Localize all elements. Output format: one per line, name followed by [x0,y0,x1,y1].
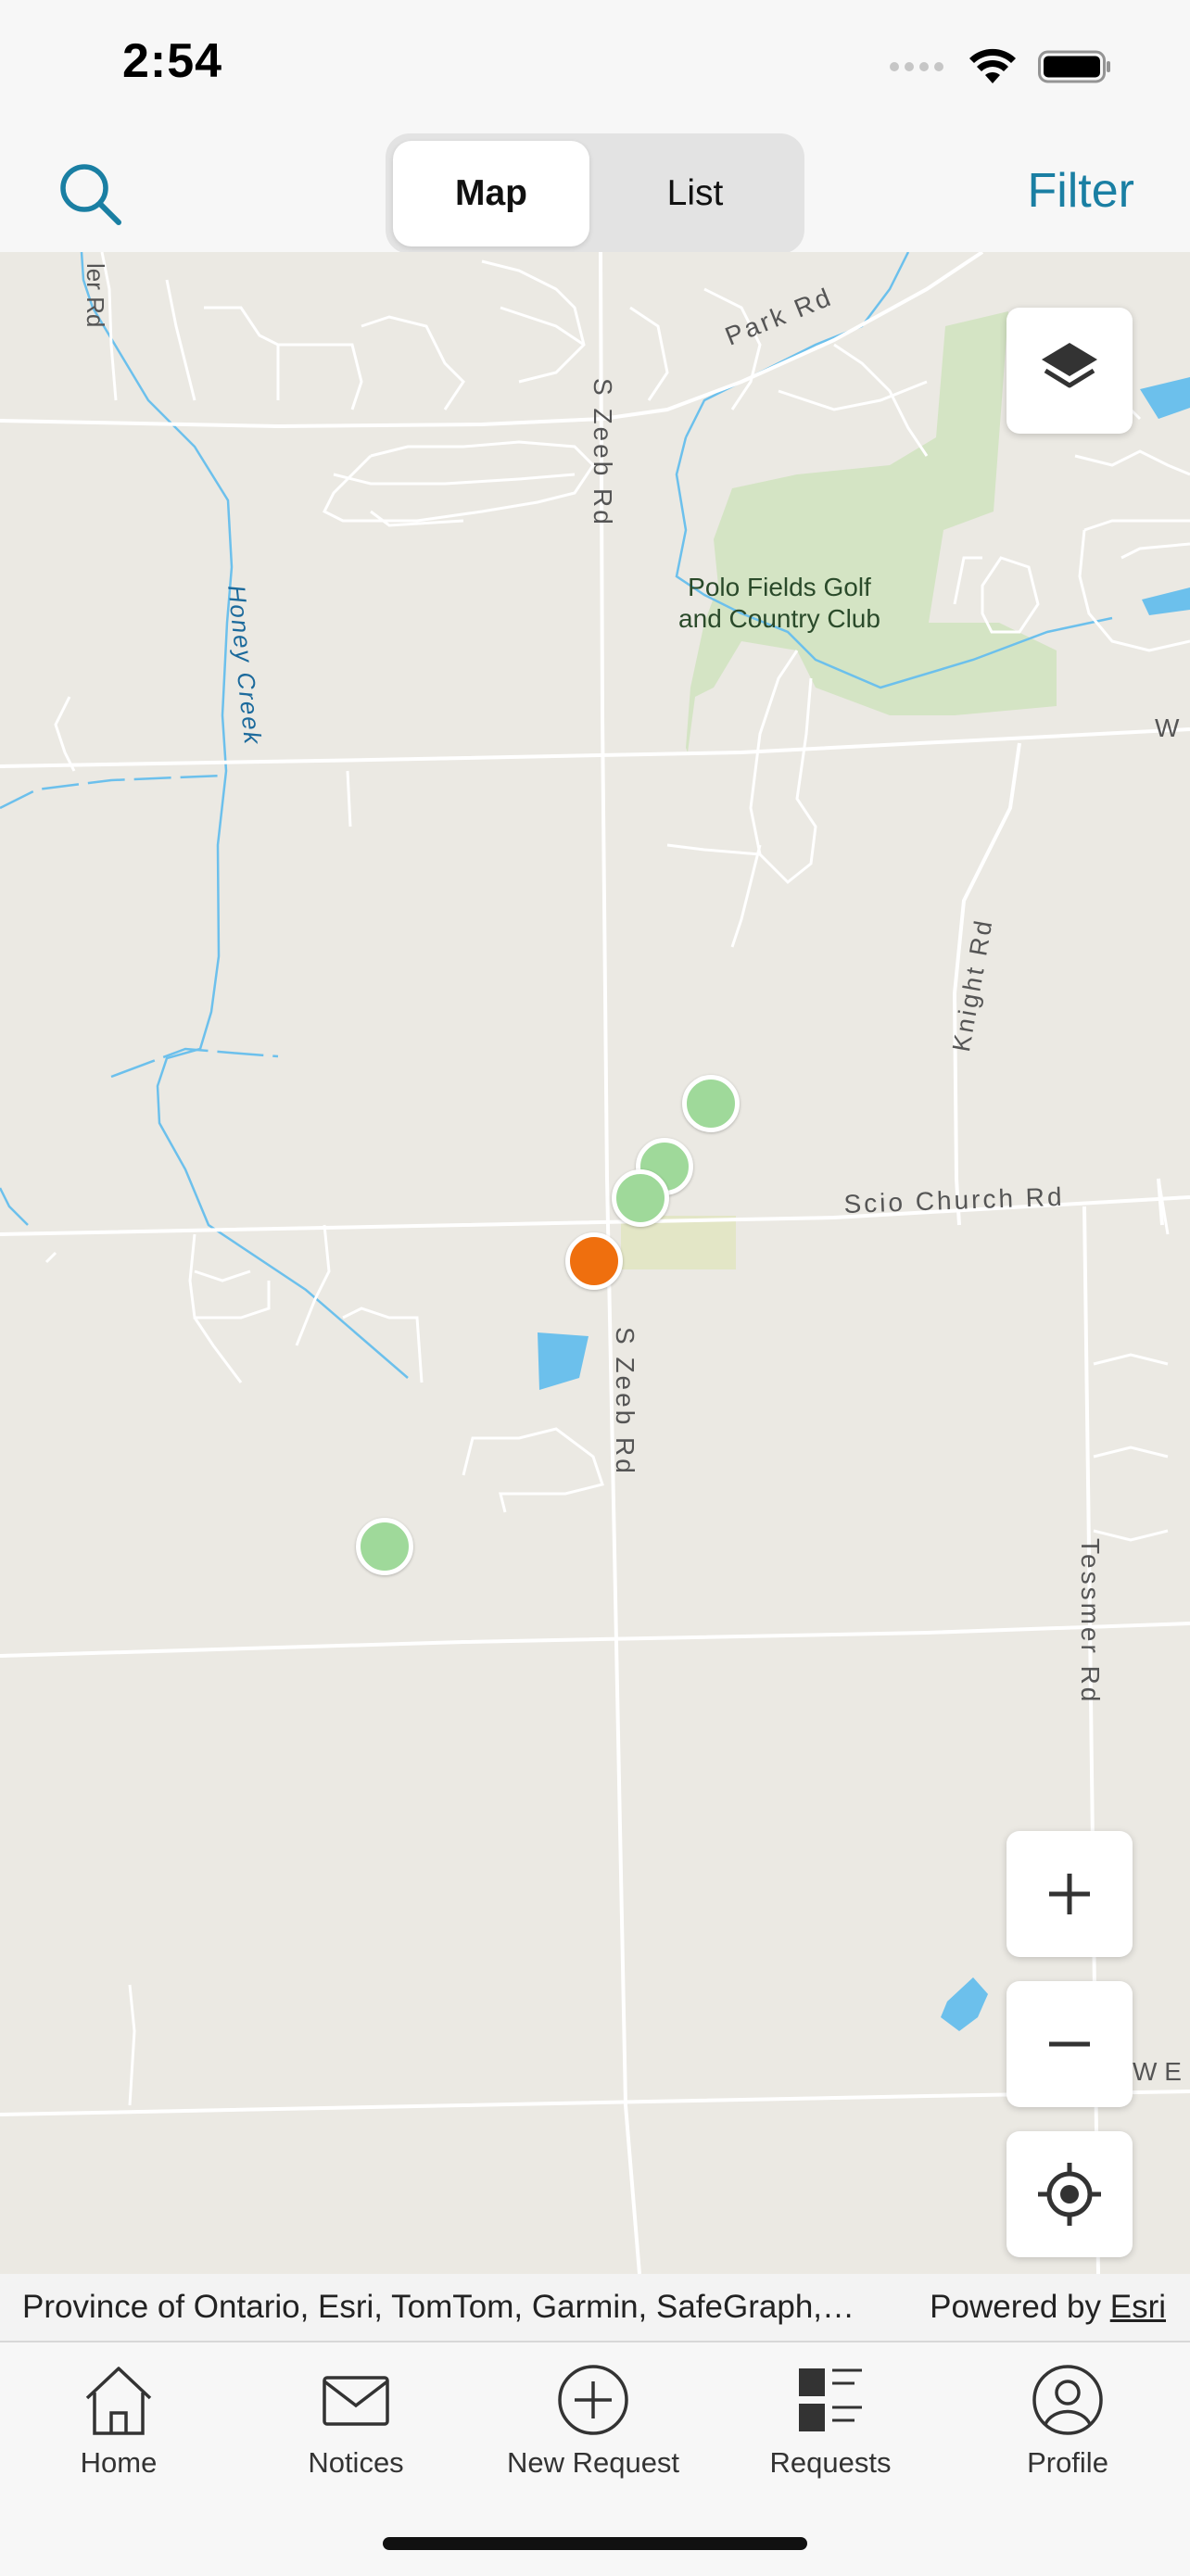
status-time: 2:54 [122,34,223,88]
map-label-golf-club: Polo Fields Golf and Country Club [678,573,880,633]
request-marker-selected[interactable] [565,1232,623,1290]
zoom-out-button[interactable] [1006,1981,1133,2107]
envelope-icon [323,2376,389,2426]
list-segment[interactable]: List [595,141,795,246]
map-attribution: Province of Ontario, Esri, TomTom, Garmi… [0,2274,1190,2341]
tab-requests-label: Requests [769,2446,892,2479]
tab-requests[interactable]: Requests [712,2361,949,2480]
search-icon [60,164,121,225]
status-icons [890,41,1112,93]
locate-me-button[interactable] [1006,2131,1133,2257]
wifi-icon [969,48,1016,83]
layers-icon [1042,343,1097,388]
powered-by-label: Powered by [930,2289,1101,2325]
zoom-in-button[interactable] [1006,1831,1133,1957]
attribution-text: Province of Ontario, Esri, TomTom, Garmi… [22,2289,855,2325]
plus-icon [1049,1874,1090,1914]
map-segment[interactable]: Map [393,141,589,246]
request-marker[interactable] [356,1518,413,1575]
nav-bar: Map List Filter [0,130,1190,254]
tab-new-request-label: New Request [506,2446,680,2479]
battery-icon [1038,50,1110,83]
plus-circle-icon [558,2365,628,2435]
map-label-tessmer-rd: Tessmer Rd [1076,1538,1105,1705]
tab-home-label: Home [80,2446,158,2479]
person-icon [1032,2365,1103,2435]
request-marker[interactable] [682,1075,740,1132]
filter-button[interactable]: Filter [1027,163,1134,219]
tab-notices-label: Notices [308,2446,404,2479]
tab-new-request[interactable]: New Request [475,2361,712,2480]
list-icon [799,2368,862,2431]
minus-icon [1049,2041,1090,2047]
tab-notices[interactable]: Notices [237,2361,475,2480]
home-icon [85,2367,152,2435]
powered-by: Powered by Esri [930,2289,1166,2326]
home-indicator [383,2537,807,2550]
map-label-s-zeeb-rd-bottom: S Zeeb Rd [611,1327,639,1476]
signal-icon [890,62,943,71]
map-label-wheeler-rd: ler Rd [82,263,109,328]
location-target-icon [1038,2163,1101,2226]
map-label-s-zeeb-rd-top: S Zeeb Rd [589,378,617,527]
request-marker[interactable] [612,1169,669,1227]
tab-profile-label: Profile [1027,2446,1108,2479]
map-list-segmented-control: Map List [386,133,804,254]
layers-button[interactable] [1006,308,1133,434]
map-label-w-top: W [1155,713,1180,742]
map-view[interactable]: ler Rd Park Rd S Zeeb Rd Honey Creek Pol… [0,252,1190,2274]
map-label-w-e-bottom: W E [1133,2057,1182,2086]
esri-link[interactable]: Esri [1110,2289,1166,2325]
tab-profile[interactable]: Profile [949,2361,1186,2480]
status-bar: 2:54 [0,0,1190,130]
search-button[interactable] [54,158,128,232]
tab-home[interactable]: Home [0,2361,237,2480]
